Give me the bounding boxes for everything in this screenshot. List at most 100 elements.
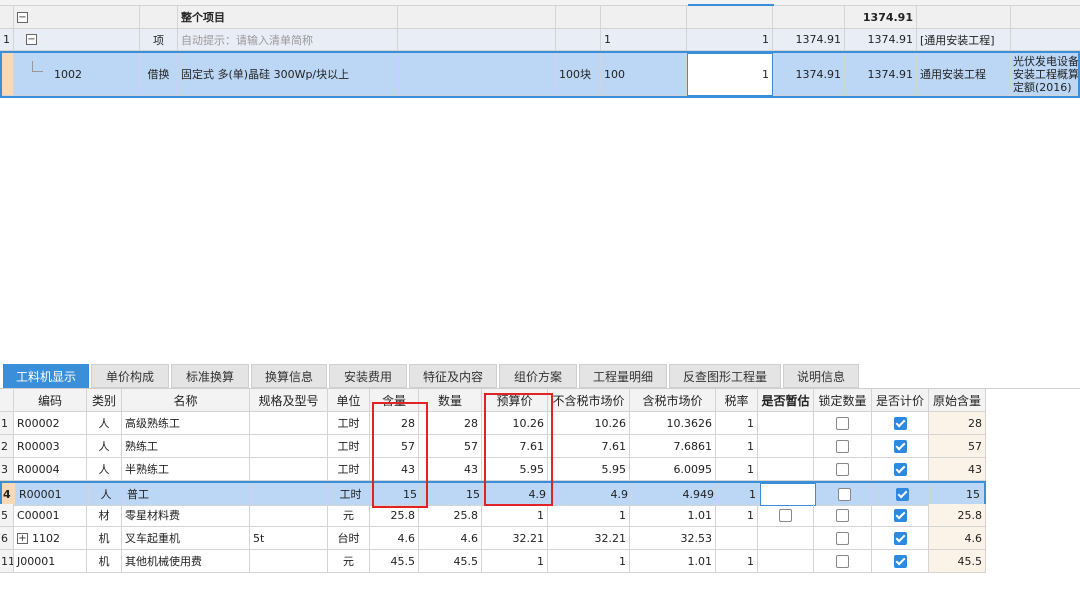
lock-qty-checkbox[interactable] [836, 416, 849, 430]
lock-qty-checkbox[interactable] [836, 554, 849, 568]
quota-name[interactable]: 固定式 多(单)晶硅 300Wp/块以上 [178, 53, 398, 96]
cell-content[interactable]: 15 [372, 483, 421, 506]
cell-code[interactable]: R00001 [16, 483, 89, 506]
collapse-icon[interactable]: − [26, 34, 37, 45]
tab-quantity-details[interactable]: 工程量明细 [579, 364, 667, 388]
cell-code[interactable]: R00004 [14, 458, 87, 481]
cell-market-ex[interactable]: 5.95 [548, 458, 630, 481]
cell-name[interactable]: 普工 [124, 483, 252, 506]
cell-market-ex[interactable]: 1 [548, 550, 630, 573]
lock-qty-checkbox[interactable] [836, 508, 849, 522]
cell-name[interactable]: 熟练工 [122, 435, 250, 458]
cell-market-in[interactable]: 32.53 [630, 527, 716, 550]
cell-provisional[interactable] [758, 458, 814, 481]
col-content[interactable]: 含量 [370, 389, 419, 412]
cell-market-in[interactable]: 6.0095 [630, 458, 716, 481]
cell-name[interactable]: 高级熟练工 [122, 412, 250, 435]
cell-content[interactable]: 45.5 [370, 550, 419, 573]
cell-spec[interactable]: 5t [250, 527, 328, 550]
col-category[interactable]: 类别 [87, 389, 122, 412]
cell-content[interactable]: 57 [370, 435, 419, 458]
cell-code[interactable]: + 1102 [14, 527, 87, 550]
cell-tax-rate[interactable]: 1 [716, 504, 758, 527]
tab-installation-fee[interactable]: 安装费用 [329, 364, 407, 388]
cell-spec[interactable] [250, 504, 328, 527]
collapse-icon[interactable]: − [17, 11, 28, 23]
cell-tax-rate[interactable]: 1 [716, 435, 758, 458]
cell-tax-rate[interactable]: 1 [716, 412, 758, 435]
cell-tax-rate[interactable]: 1 [716, 550, 758, 573]
table-row[interactable]: 11 J00001 机 其他机械使用费 元 45.5 45.5 1 1 1.01… [0, 550, 986, 573]
col-budget-price[interactable]: 预算价 [482, 389, 548, 412]
cell-code[interactable]: J00001 [14, 550, 87, 573]
cell-provisional-editing[interactable] [760, 483, 816, 506]
priced-checkbox[interactable] [893, 508, 907, 522]
col-name[interactable]: 名称 [122, 389, 250, 412]
cell-spec[interactable] [250, 412, 328, 435]
col-unit[interactable]: 单位 [328, 389, 370, 412]
table-row-selected[interactable]: 4 R00001 人 普工 工时 15 15 4.9 4.9 4.949 1 1… [0, 481, 986, 506]
qty-expression[interactable]: 1 [601, 29, 687, 51]
qty-expression[interactable]: 100 [601, 53, 687, 96]
table-row[interactable]: 3 R00004 人 半熟练工 工时 43 43 5.95 5.95 6.009… [0, 458, 986, 481]
tab-standard-conversion[interactable]: 标准换算 [171, 364, 249, 388]
cell-content[interactable]: 25.8 [370, 504, 419, 527]
tab-conversion-info[interactable]: 换算信息 [251, 364, 327, 388]
col-spec[interactable]: 规格及型号 [250, 389, 328, 412]
cell-code[interactable]: R00002 [14, 412, 87, 435]
cell-spec[interactable] [252, 483, 330, 506]
cell-market-ex[interactable]: 1 [548, 504, 630, 527]
cell-name[interactable]: 叉车起重机 [122, 527, 250, 550]
cell-content[interactable]: 43 [370, 458, 419, 481]
priced-checkbox[interactable] [893, 462, 907, 476]
table-row[interactable]: 1 R00002 人 高级熟练工 工时 28 28 10.26 10.26 10… [0, 412, 986, 435]
cell-provisional[interactable] [758, 527, 814, 550]
cell-name[interactable]: 半熟练工 [122, 458, 250, 481]
priced-checkbox[interactable] [893, 554, 907, 568]
priced-checkbox[interactable] [895, 487, 909, 501]
provisional-checkbox[interactable] [779, 508, 792, 522]
lock-qty-checkbox[interactable] [836, 439, 849, 453]
cell-tax-rate[interactable]: 1 [716, 458, 758, 481]
tab-features-content[interactable]: 特征及内容 [409, 364, 497, 388]
cell-tax-rate[interactable]: 1 [718, 483, 760, 506]
lock-qty-checkbox[interactable] [838, 487, 851, 501]
cell-content[interactable]: 28 [370, 412, 419, 435]
table-row[interactable]: 6 + 1102 机 叉车起重机 5t 台时 4.6 4.6 32.21 32.… [0, 527, 986, 550]
cell-name[interactable]: 其他机械使用费 [122, 550, 250, 573]
cell-market-in[interactable]: 7.6861 [630, 435, 716, 458]
cell-market-ex[interactable]: 32.21 [548, 527, 630, 550]
tab-labor-material-machine[interactable]: 工料机显示 [3, 364, 89, 388]
table-row[interactable]: 5 C00001 材 零星材料费 元 25.8 25.8 1 1 1.01 1 … [0, 504, 986, 527]
priced-checkbox[interactable] [893, 531, 907, 545]
col-market-price-ex-tax[interactable]: 不含税市场价 [548, 389, 630, 412]
cell-market-ex[interactable]: 10.26 [548, 412, 630, 435]
priced-checkbox[interactable] [893, 416, 907, 430]
table-row-selected[interactable]: 1002 借换 固定式 多(单)晶硅 300Wp/块以上 100块 100 1 … [0, 51, 1080, 98]
tab-pricing-scheme[interactable]: 组价方案 [499, 364, 577, 388]
tab-description[interactable]: 说明信息 [783, 364, 859, 388]
tab-reverse-lookup[interactable]: 反查图形工程量 [669, 364, 781, 388]
cell-provisional[interactable] [758, 550, 814, 573]
col-code[interactable]: 编码 [14, 389, 87, 412]
quantity[interactable]: 1 [687, 29, 773, 51]
col-market-price-in-tax[interactable]: 含税市场价 [630, 389, 716, 412]
cell-spec[interactable] [250, 550, 328, 573]
cell-spec[interactable] [250, 458, 328, 481]
cell-provisional[interactable] [758, 412, 814, 435]
cell-content[interactable]: 4.6 [370, 527, 419, 550]
table-row[interactable]: − 整个项目 1374.91 [0, 6, 1080, 29]
quantity-input[interactable]: 1 [687, 53, 773, 96]
lock-qty-checkbox[interactable] [836, 531, 849, 545]
quota-code[interactable]: 1002 [14, 53, 140, 96]
cell-market-in[interactable]: 4.949 [632, 483, 718, 506]
cell-market-in[interactable]: 10.3626 [630, 412, 716, 435]
cell-tax-rate[interactable] [716, 527, 758, 550]
table-row[interactable]: 2 R00003 人 熟练工 工时 57 57 7.61 7.61 7.6861… [0, 435, 986, 458]
item-name-hint[interactable]: 自动提示：请输入清单简称 [178, 29, 398, 51]
cell-code[interactable]: R00003 [14, 435, 87, 458]
table-row[interactable]: 1 − 项 自动提示：请输入清单简称 1 1 1374.91 1374.91 [… [0, 29, 1080, 51]
col-provisional[interactable]: 是否暂估 [758, 389, 814, 412]
col-priced[interactable]: 是否计价 [872, 389, 929, 412]
cell-code[interactable]: C00001 [14, 504, 87, 527]
